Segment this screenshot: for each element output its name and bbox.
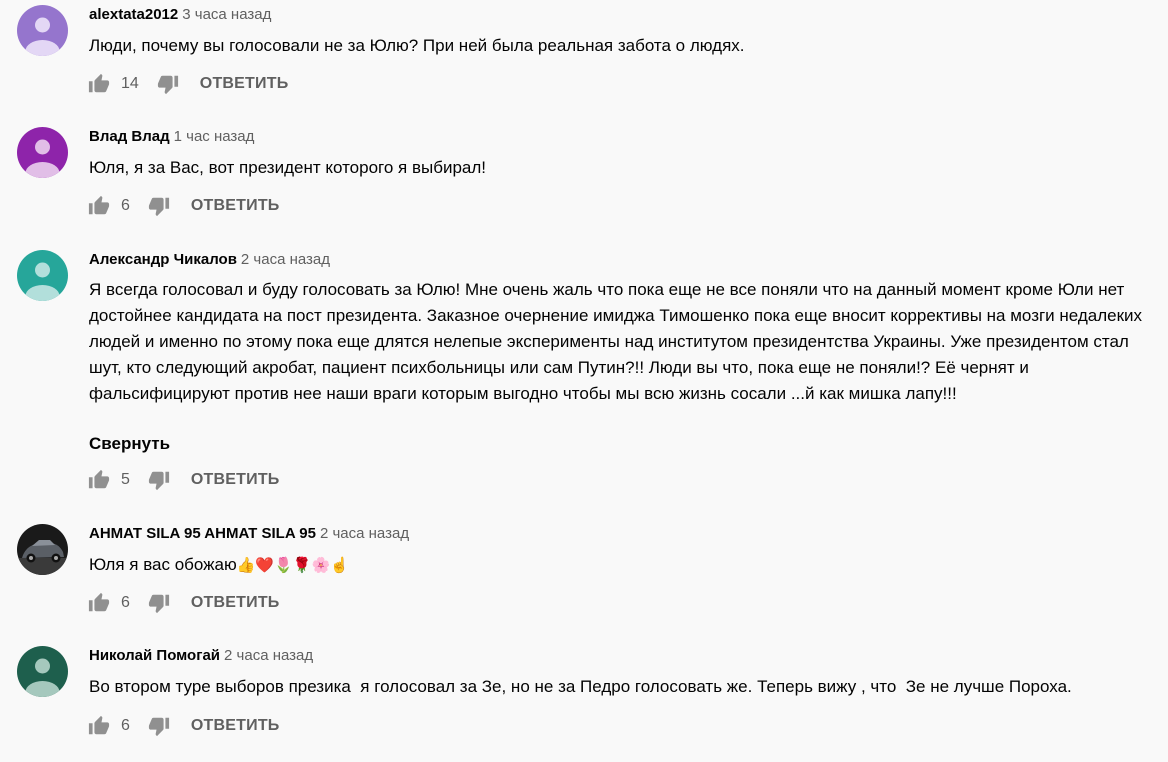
comment-time[interactable]: 2 часа назад	[320, 525, 409, 542]
thumbs-down-icon[interactable]	[147, 194, 171, 218]
comment-emojis: 👍❤️🌷🌹🌸☝️	[236, 557, 349, 574]
comment-header: Николай Помогай 2 часа назад	[89, 646, 313, 666]
comment-text: Юля я вас обожаю👍❤️🌷🌹🌸☝️	[89, 552, 1149, 579]
comment-actions: 6 ОТВЕТИТЬ	[87, 591, 280, 615]
comment-text: Во втором туре выборов презика я голосов…	[89, 677, 1072, 696]
thumbs-down-icon[interactable]	[147, 591, 171, 615]
comment-time[interactable]: 2 часа назад	[224, 647, 313, 664]
avatar[interactable]	[17, 524, 68, 575]
like-count: 6	[121, 717, 130, 734]
comment-text: Юля, я за Вас, вот президент которого я …	[89, 158, 486, 177]
thumbs-up-icon[interactable]	[87, 194, 111, 218]
thumbs-down-icon[interactable]	[147, 714, 171, 738]
thumbs-down-icon[interactable]	[156, 72, 180, 96]
comment-header: Влад Влад 1 час назад	[89, 127, 254, 147]
like-count: 6	[121, 197, 130, 214]
comment-header: alextata2012 3 часа назад	[89, 5, 271, 25]
comment-time[interactable]: 1 час назад	[174, 128, 255, 145]
comment-text: Я всегда голосовал и буду голосовать за …	[89, 280, 1147, 403]
like-count: 5	[121, 471, 130, 488]
author-name[interactable]: Влад Влад	[89, 128, 170, 145]
comment-actions: 5 ОТВЕТИТЬ	[87, 468, 280, 492]
comment-actions: 14 ОТВЕТИТЬ	[87, 72, 288, 96]
comment-header: AHMAT SILA 95 AHMAT SILA 95 2 часа назад	[89, 524, 409, 544]
comment-header: Александр Чикалов 2 часа назад	[89, 250, 330, 270]
like-count: 14	[121, 75, 139, 92]
thumbs-up-icon[interactable]	[87, 468, 111, 492]
reply-button[interactable]: ОТВЕТИТЬ	[200, 75, 289, 93]
comment-actions: 6 ОТВЕТИТЬ	[87, 194, 280, 218]
author-name[interactable]: Александр Чикалов	[89, 251, 237, 268]
avatar[interactable]	[17, 5, 68, 56]
thumbs-up-icon[interactable]	[87, 591, 111, 615]
author-name[interactable]: alextata2012	[89, 6, 178, 23]
avatar[interactable]	[17, 127, 68, 178]
reply-button[interactable]: ОТВЕТИТЬ	[191, 594, 280, 612]
comment-text-body: Юля я вас обожаю	[89, 555, 237, 574]
reply-button[interactable]: ОТВЕТИТЬ	[191, 717, 280, 735]
comment-actions: 6 ОТВЕТИТЬ	[87, 714, 280, 738]
reply-button[interactable]: ОТВЕТИТЬ	[191, 197, 280, 215]
like-count: 6	[121, 594, 130, 611]
comment-time[interactable]: 2 часа назад	[241, 251, 330, 268]
avatar[interactable]	[17, 646, 68, 697]
thumbs-up-icon[interactable]	[87, 714, 111, 738]
author-name[interactable]: AHMAT SILA 95 AHMAT SILA 95	[89, 525, 316, 542]
author-name[interactable]: Николай Помогай	[89, 647, 220, 664]
comment-text: Люди, почему вы голосовали не за Юлю? Пр…	[89, 36, 745, 55]
thumbs-down-icon[interactable]	[147, 468, 171, 492]
comment-time[interactable]: 3 часа назад	[182, 6, 271, 23]
collapse-button[interactable]: Свернуть	[89, 434, 170, 454]
reply-button[interactable]: ОТВЕТИТЬ	[191, 471, 280, 489]
avatar[interactable]	[17, 250, 68, 301]
thumbs-up-icon[interactable]	[87, 72, 111, 96]
